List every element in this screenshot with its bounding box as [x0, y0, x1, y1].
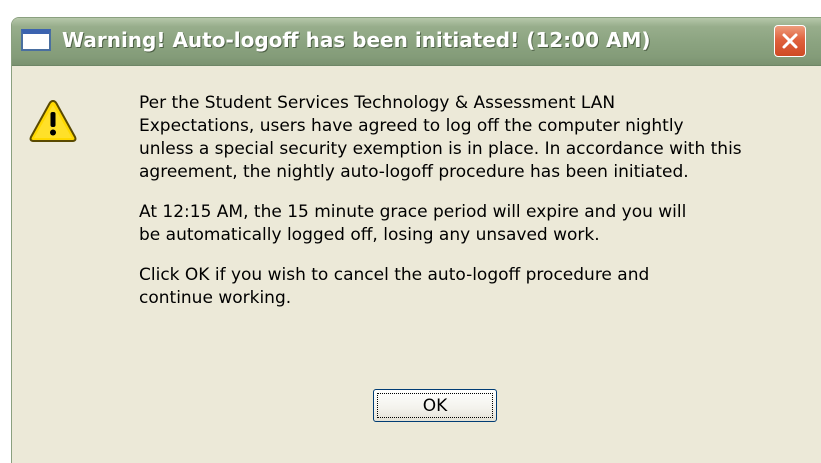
window-icon — [21, 29, 51, 51]
close-button[interactable] — [774, 25, 806, 57]
message-text: Per the Student Services Technology & As… — [139, 92, 821, 327]
dialog-window: Warning! Auto-logoff has been initiated!… — [11, 17, 821, 463]
message-paragraph-grace-period: At 12:15 AM, the 15 minute grace period … — [139, 202, 687, 245]
ok-button-label: OK — [377, 393, 493, 418]
ok-button[interactable]: OK — [373, 389, 497, 422]
warning-icon — [29, 99, 77, 142]
close-icon — [782, 33, 798, 49]
title-bar[interactable]: Warning! Auto-logoff has been initiated!… — [12, 18, 821, 66]
message-paragraph-expectations: Per the Student Services Technology & As… — [139, 93, 742, 182]
window-title: Warning! Auto-logoff has been initiated!… — [62, 28, 651, 52]
message-paragraph-instructions: Click OK if you wish to cancel the auto-… — [139, 265, 650, 308]
